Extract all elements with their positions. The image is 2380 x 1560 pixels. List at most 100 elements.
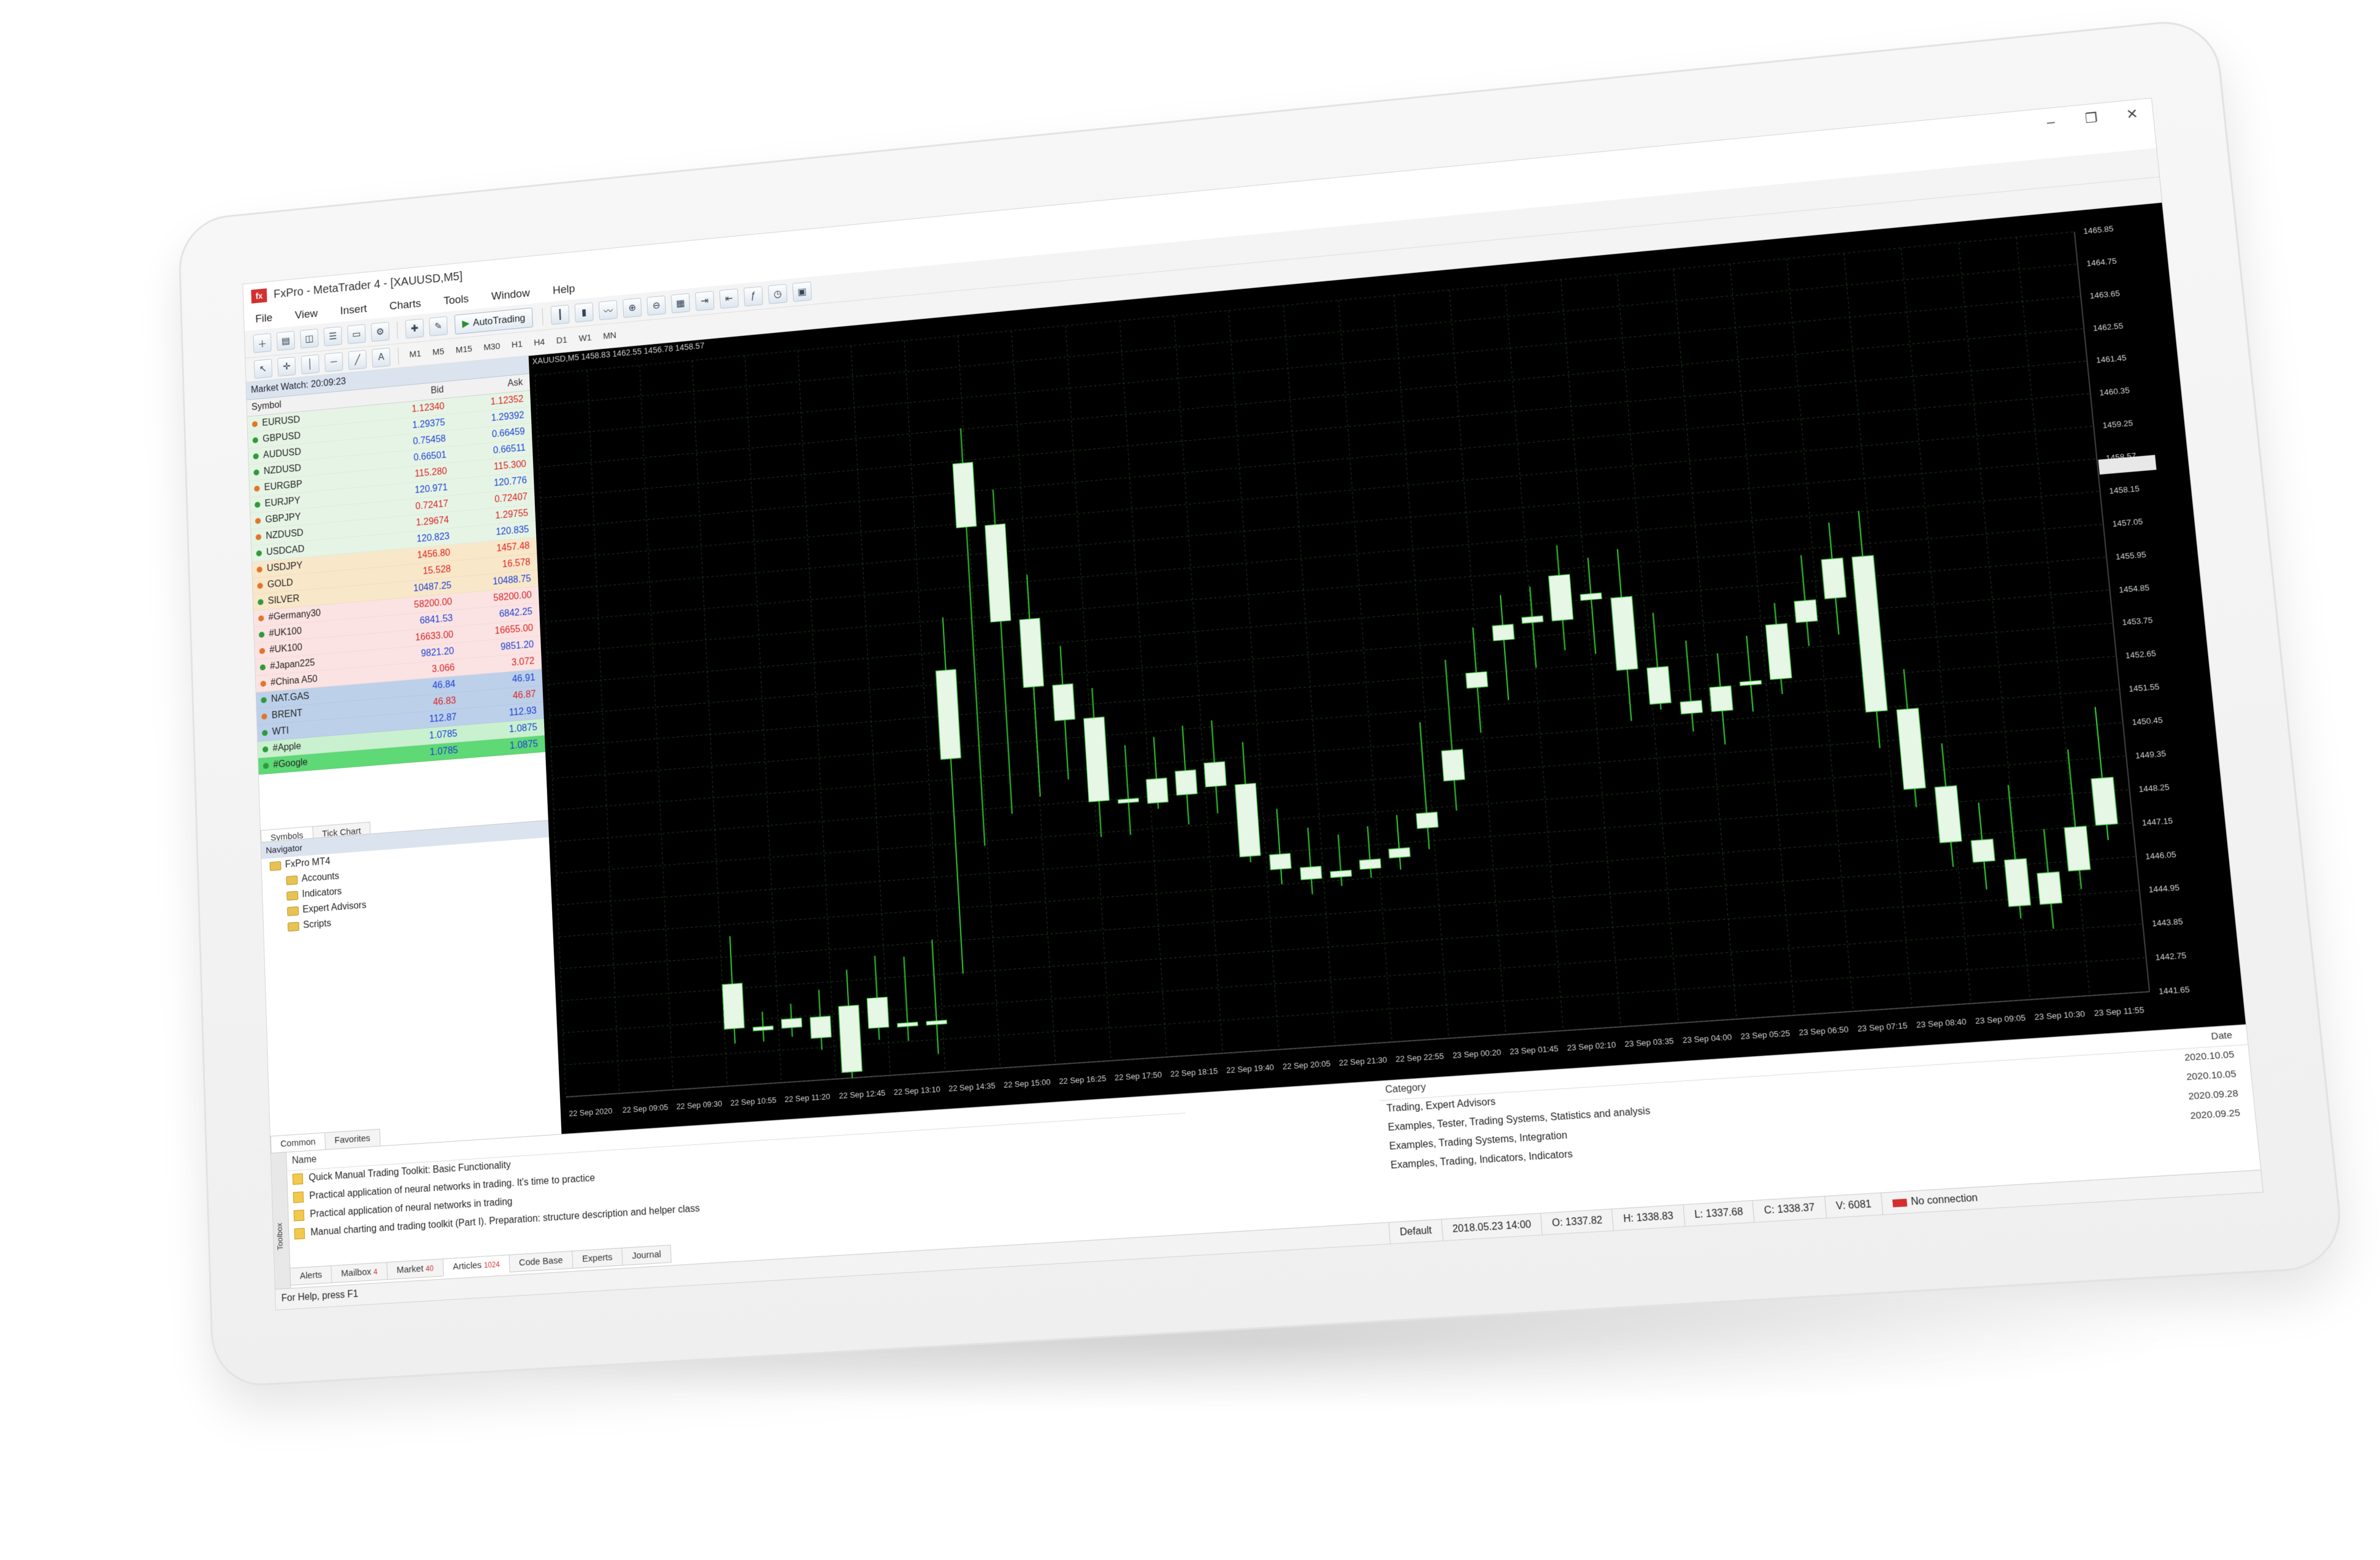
timeframe-m30[interactable]: M30 [478, 341, 506, 353]
candlestick-chart[interactable]: 1465.85 1464.75 1463.65 1462.55 1461.45 1460.… [529, 203, 2246, 1134]
metaeditor-icon[interactable]: ✎ [429, 316, 448, 337]
timeframe-m15[interactable]: M15 [450, 343, 478, 356]
price-tick-label: 1459.25 [2102, 419, 2133, 430]
chart-window[interactable]: XAUUSD,M5 1458.83 1462.55 1456.78 1458.5… [528, 202, 2246, 1134]
periods-icon[interactable]: ◷ [767, 283, 788, 304]
timeframe-m1[interactable]: M1 [404, 348, 427, 360]
symbol-name: NZDUSD [266, 527, 304, 541]
tab-market[interactable]: Market 40 [386, 1258, 444, 1280]
new-order-icon[interactable]: ✚ [405, 318, 424, 338]
menu-file[interactable]: File [244, 311, 284, 327]
indicators-icon[interactable]: ƒ [743, 286, 764, 307]
grid-line [640, 365, 674, 1090]
app-screen: fx FxPro - MetaTrader 4 - [XAUUSD,M5] – … [242, 98, 2264, 1310]
price-tick-label: 1444.95 [2148, 883, 2180, 895]
close-button[interactable]: ✕ [2110, 98, 2154, 130]
grid-line [1338, 300, 1392, 1042]
menu-view[interactable]: View [283, 307, 329, 324]
symbol-name: NZDUSD [263, 462, 302, 476]
menu-tools[interactable]: Tools [432, 292, 480, 309]
candle-wick [932, 939, 938, 1053]
chart-shift-icon[interactable]: ⇤ [719, 288, 739, 309]
candle-body [1019, 618, 1044, 687]
trendline-icon[interactable]: ╱ [348, 350, 367, 370]
status-close: C: 1338.37 [1752, 1196, 1826, 1223]
price-tick-label: 1465.85 [2083, 224, 2114, 236]
price-tick-label: 1442.75 [2155, 951, 2187, 963]
templates-icon[interactable]: ▣ [792, 281, 812, 302]
vertical-line-icon[interactable]: │ [301, 354, 320, 375]
candle-wick [1397, 815, 1400, 870]
new-chart-icon[interactable]: ＋ [253, 332, 272, 353]
timeframe-mn[interactable]: MN [597, 330, 622, 342]
tablet-frame: fx FxPro - MetaTrader 4 - [XAUUSD,M5] – … [177, 16, 2346, 1388]
maximize-button[interactable]: ❐ [2070, 102, 2113, 134]
candlestick-icon[interactable]: ▮ [574, 302, 594, 323]
price-down-icon [255, 533, 262, 540]
terminal-icon[interactable]: ▭ [347, 324, 366, 344]
menu-insert[interactable]: Insert [329, 302, 378, 319]
grid-line [1505, 285, 1564, 1030]
candle-body [1935, 786, 1962, 843]
timeframe-h4[interactable]: H4 [528, 337, 551, 348]
tab-articles[interactable]: Articles 1024 [442, 1254, 510, 1277]
candle-body [985, 524, 1011, 622]
menu-charts[interactable]: Charts [378, 296, 432, 314]
autoscroll-icon[interactable]: ⇥ [695, 290, 715, 311]
nav-item-label: Indicators [302, 886, 342, 900]
tab-alerts[interactable]: Alerts [290, 1265, 332, 1286]
crosshair-icon[interactable]: ✛ [277, 356, 296, 377]
grid-line [1174, 316, 1223, 1053]
candle-body [1359, 859, 1381, 870]
symbol-name: #Germany30 [268, 608, 321, 622]
symbol-name: USDCAD [266, 543, 305, 557]
zoom-out-icon[interactable]: ⊖ [647, 295, 666, 316]
menu-window[interactable]: Window [480, 286, 542, 304]
candle-body [1146, 778, 1169, 804]
symbol-name: WTI [272, 725, 290, 737]
profiles-icon[interactable]: ▤ [276, 331, 296, 351]
price-up-icon [254, 501, 261, 508]
strategy-tester-icon[interactable]: ⚙ [370, 321, 390, 342]
tile-windows-icon[interactable]: ▦ [670, 292, 691, 313]
candle-body [1971, 839, 1995, 862]
tab-experts[interactable]: Experts [572, 1247, 623, 1269]
tab-journal[interactable]: Journal [621, 1244, 672, 1266]
tab-mailbox[interactable]: Mailbox 4 [331, 1262, 388, 1283]
grid-line [1012, 331, 1056, 1064]
zoom-in-icon[interactable]: ⊕ [623, 297, 642, 318]
cursor-icon[interactable]: ↖ [253, 358, 273, 379]
horizontal-line-icon[interactable]: ─ [324, 351, 344, 372]
timeframe-d1[interactable]: D1 [550, 334, 573, 346]
price-tick-label: 1441.65 [2159, 985, 2190, 996]
connection-status[interactable]: No connection [1881, 1187, 1989, 1215]
price-up-icon [263, 762, 269, 769]
price-tick-label: 1457.05 [2112, 517, 2143, 529]
price-tick-label: 1450.45 [2132, 716, 2163, 727]
play-icon: ▶ [462, 317, 470, 329]
grid-line [559, 823, 2133, 937]
symbol-name: GOLD [267, 577, 293, 590]
candle-body [1389, 847, 1410, 858]
timeframe-m5[interactable]: M5 [426, 346, 450, 358]
market-watch-icon[interactable]: ◫ [300, 328, 319, 349]
navigator-icon[interactable]: ☰ [323, 326, 342, 346]
price-up-icon [262, 746, 269, 752]
bar-chart-icon[interactable]: ┃ [550, 304, 570, 325]
autotrading-button[interactable]: ▶ AutoTrading [454, 307, 534, 335]
nav-item-label: Expert Advisors [302, 900, 367, 916]
candle-wick [1686, 641, 1693, 732]
menu-help[interactable]: Help [541, 281, 587, 299]
tab-label: Market [396, 1263, 424, 1276]
status-datetime: 2018.05.23 14:00 [1441, 1214, 1543, 1242]
text-tool-icon[interactable]: A [372, 347, 391, 368]
time-tick-label: 23 Sep 09:05 [1975, 1013, 2026, 1026]
grid-line [563, 924, 2143, 1033]
minimize-button[interactable]: – [2029, 106, 2073, 138]
tab-code-base[interactable]: Code Base [509, 1250, 574, 1273]
line-chart-icon[interactable]: 〰 [598, 299, 618, 320]
timeframe-h1[interactable]: H1 [505, 338, 528, 350]
timeframe-w1[interactable]: W1 [573, 332, 597, 345]
candle-body [867, 997, 889, 1028]
folder-icon [286, 890, 299, 901]
